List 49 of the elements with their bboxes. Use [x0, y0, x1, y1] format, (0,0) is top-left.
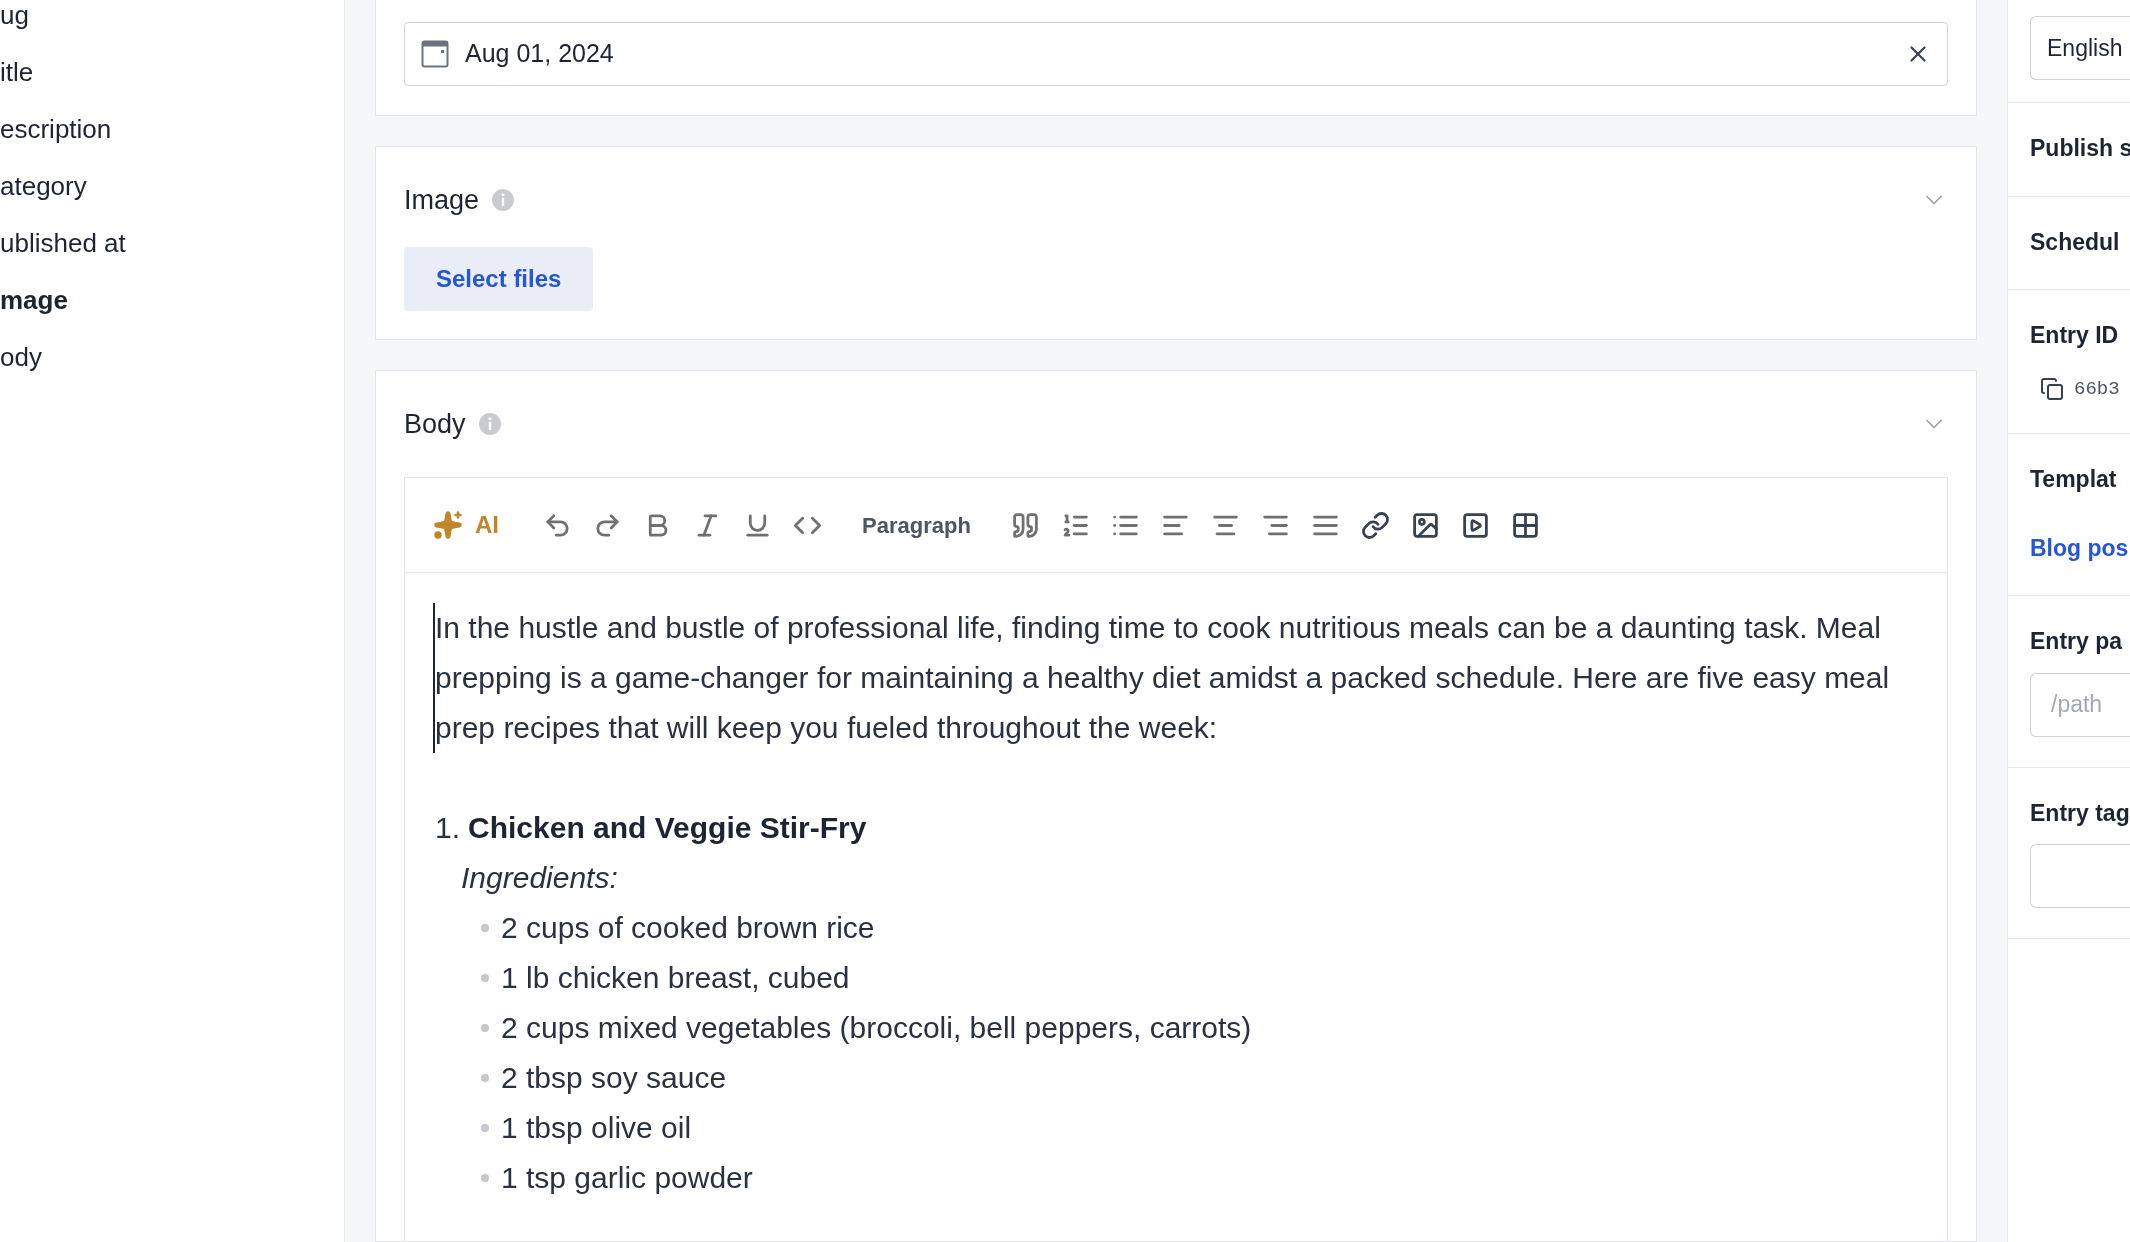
bullet-icon	[481, 974, 489, 982]
link-icon[interactable]	[1360, 510, 1390, 540]
section-heading: Templat	[2030, 465, 2118, 494]
section-heading: Entry tag	[2030, 798, 2130, 828]
body-paragraph: In the hustle and bustle of professional life, finding time to cook nutritious meals can be a daunting task. Meal prepping is a game-changer for maintaining a healthy diet amidst a packed schedule. Here are five easy meal prep recipes that will keep you fueled throughout the week:	[433, 603, 1917, 753]
section-heading: Schedul	[2030, 227, 2121, 257]
date-value: Aug 01, 2024	[465, 38, 615, 70]
outline-item[interactable]: mage	[0, 285, 344, 316]
outline-item[interactable]: itle	[0, 57, 344, 88]
ingredient-item: 1 tbsp olive oil	[501, 1110, 692, 1146]
recipe-heading: Chicken and Veggie Stir-Fry	[468, 810, 867, 846]
ingredient-item: 1 tsp garlic powder	[501, 1160, 753, 1196]
bullet-icon	[481, 1024, 489, 1032]
section-heading: Entry ID	[2030, 321, 2120, 350]
info-icon	[491, 188, 516, 212]
ingredient-item: 2 cups mixed vegetables (broccoli, bell peppers, carrots)	[501, 1010, 1252, 1046]
outline-item[interactable]: escription	[0, 114, 344, 145]
bullet-icon	[481, 924, 489, 932]
list-number: 1.	[435, 810, 461, 846]
table-icon[interactable]	[1510, 510, 1540, 540]
text-field[interactable]: /path	[2030, 672, 2130, 737]
image-icon[interactable]	[1410, 510, 1440, 540]
text-field[interactable]	[2030, 844, 2130, 908]
section-title: Image	[404, 183, 480, 217]
bullet-icon	[481, 1174, 489, 1182]
date-field[interactable]: Aug 01, 2024	[404, 22, 1948, 86]
outline-item[interactable]: ug	[0, 0, 344, 31]
section-title: Body	[404, 407, 466, 441]
section-heading: Entry pa	[2030, 627, 2124, 656]
template-link[interactable]: Blog pos	[2030, 518, 2130, 565]
outline-item[interactable]: ody	[0, 342, 344, 373]
calendar-icon	[421, 40, 449, 68]
ingredient-item: 1 lb chicken breast, cubed	[501, 960, 850, 996]
ingredients-label: Ingredients:	[461, 860, 618, 896]
copy-icon[interactable]	[2040, 376, 2064, 401]
video-icon[interactable]	[1460, 510, 1490, 540]
ingredient-item: 2 cups of cooked brown rice	[501, 910, 875, 946]
bullet-icon	[481, 1074, 489, 1082]
info-icon	[477, 412, 502, 436]
block-type-button[interactable]: Paragraph	[862, 508, 971, 542]
quote-icon[interactable]	[1010, 510, 1040, 540]
sparkles-icon[interactable]	[433, 510, 463, 540]
select-files-button[interactable]: Select files	[404, 247, 594, 311]
entry-id: 66b3	[2074, 376, 2120, 402]
outline-item[interactable]: ategory	[0, 171, 344, 202]
outline-item[interactable]: ublished at	[0, 228, 344, 259]
bullet-icon	[481, 1124, 489, 1132]
locale-select[interactable]: English	[2030, 16, 2130, 80]
ingredient-item: 2 tbsp soy sauce	[501, 1060, 727, 1096]
